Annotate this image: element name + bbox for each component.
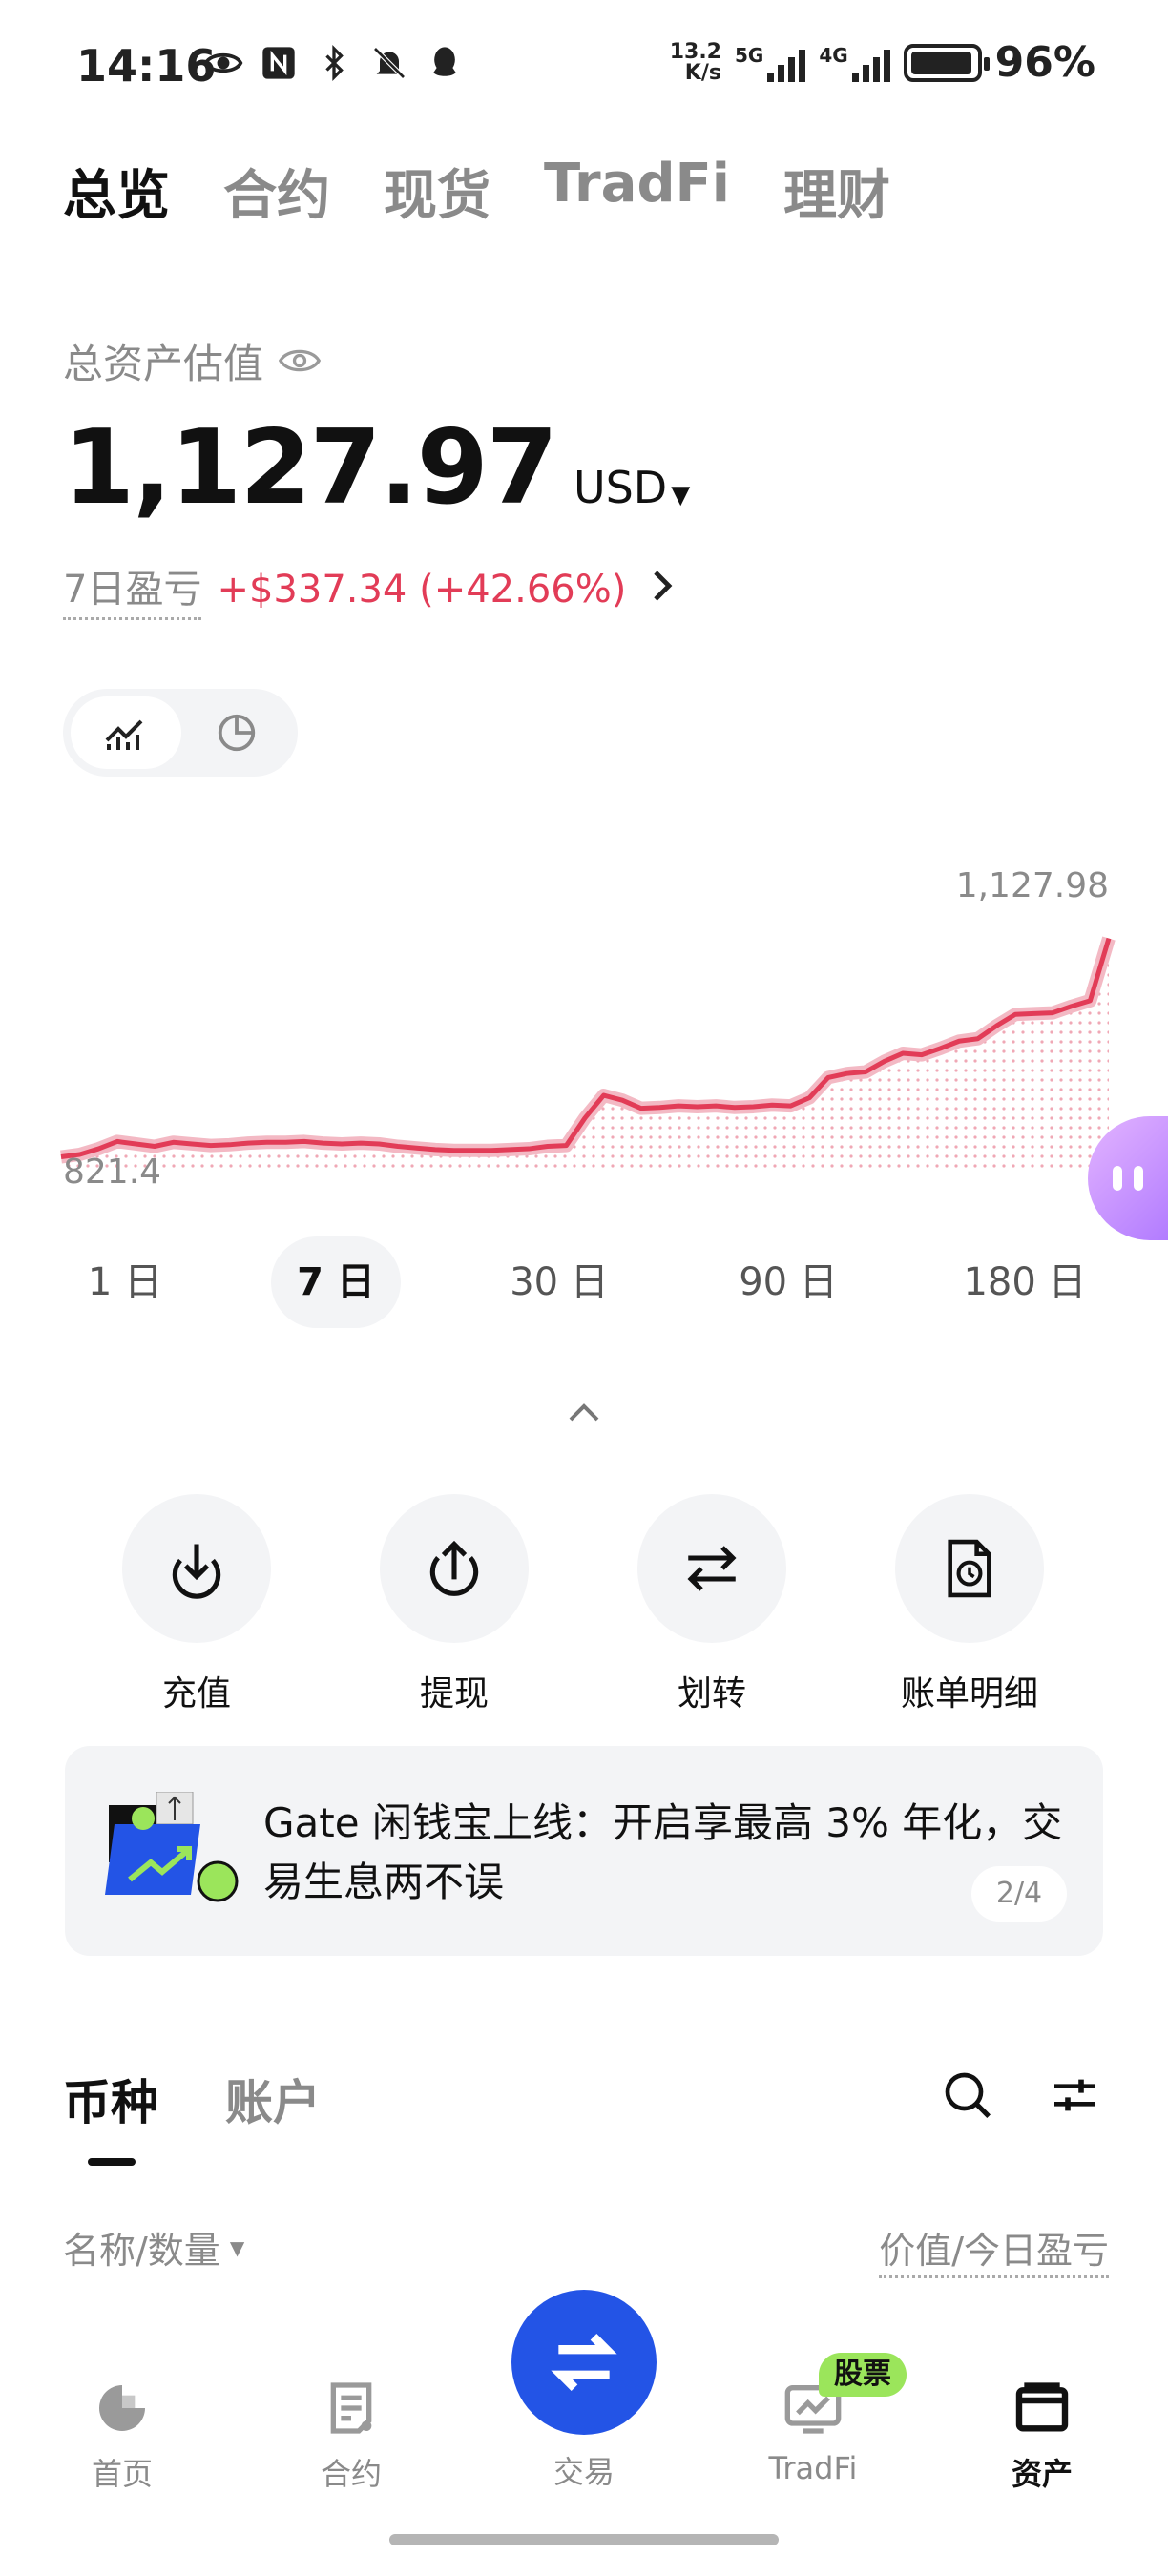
tab-coins[interactable]: 币种 <box>63 2065 158 2133</box>
range-7d[interactable]: 7 日 <box>271 1236 401 1328</box>
chevron-right-icon <box>651 566 676 613</box>
top-tabs: 总览 合约 现货 TradFi 理财 <box>63 153 890 230</box>
net-speed: 13.2 K/s <box>669 39 721 85</box>
savings-illustration-icon <box>101 1791 242 1906</box>
status-bar: 14:16 13.2 K/s 5G 4G 96% <box>0 0 1168 134</box>
signal-5g-icon: 5G <box>735 44 806 82</box>
deposit-button[interactable]: 充值 <box>82 1494 311 1715</box>
tab-accounts[interactable]: 账户 <box>225 2065 321 2133</box>
asset-line-chart <box>60 936 1116 1174</box>
nav-assets[interactable]: 资产 <box>947 2378 1137 2494</box>
pie-chart-toggle[interactable] <box>181 696 292 769</box>
bubble-eye-right <box>1134 1166 1143 1191</box>
bill-details-button[interactable]: 账单明细 <box>855 1494 1084 1715</box>
line-chart-icon <box>105 719 143 750</box>
tab-tradfi[interactable]: TradFi <box>544 153 730 230</box>
withdraw-button[interactable]: 提现 <box>340 1494 569 1715</box>
filter-sliders-icon[interactable] <box>1048 2068 1101 2126</box>
total-asset-label: 总资产估值 <box>63 332 322 390</box>
deposit-icon <box>122 1494 271 1643</box>
range-1d[interactable]: 1 日 <box>63 1236 187 1328</box>
chart-type-toggle <box>63 689 298 777</box>
home-indicator <box>389 2534 779 2545</box>
asset-amount: 1,127.97 <box>63 408 558 528</box>
qq-icon <box>424 42 466 84</box>
asset-list-tabs: 币种 账户 <box>63 2065 321 2133</box>
home-logo-icon <box>99 2385 145 2431</box>
line-chart-toggle[interactable] <box>71 696 181 769</box>
transfer-icon <box>637 1494 786 1643</box>
nav-home[interactable]: 首页 <box>27 2378 218 2494</box>
list-tools <box>941 2068 1101 2126</box>
range-90d[interactable]: 90 日 <box>712 1236 865 1328</box>
range-30d[interactable]: 30 日 <box>483 1236 636 1328</box>
nav-futures[interactable]: 合约 <box>256 2378 447 2494</box>
swap-arrows-icon <box>551 2334 617 2391</box>
caret-down-icon: ▼ <box>671 481 691 509</box>
active-tab-underline <box>88 2158 136 2166</box>
battery-icon <box>903 43 990 82</box>
value-pnl-header[interactable]: 价值/今日盈亏 <box>879 2221 1109 2278</box>
trade-button[interactable] <box>511 2290 657 2435</box>
quick-actions: 充值 提现 划转 账单明细 <box>0 1494 1168 1714</box>
signal-4g-icon: 4G <box>819 44 890 82</box>
sort-by-name[interactable]: 名称/数量 ▼ <box>63 2221 244 2274</box>
chevron-up-icon[interactable] <box>565 1395 603 1433</box>
withdraw-icon <box>380 1494 529 1643</box>
banner-text: Gate 闲钱宝上线：开启享最高 3% 年化，交易生息两不误 <box>263 1799 1063 1905</box>
bottom-nav: 首页 合约 交易 TradFi 股票 资产 <box>0 2290 1168 2576</box>
search-icon[interactable] <box>941 2068 994 2126</box>
eye-icon <box>202 42 244 84</box>
range-tabs: 1 日 7 日 30 日 90 日 180 日 <box>63 1236 1105 1328</box>
bluetooth-icon <box>313 42 355 84</box>
bubble-eye-left <box>1113 1166 1122 1191</box>
range-180d[interactable]: 180 日 <box>939 1236 1111 1328</box>
chart-min-label: 821.4 <box>63 1153 162 1192</box>
pnl-value: +$337.34 (+42.66%) <box>217 567 627 612</box>
chart-area-fill <box>61 938 1109 1174</box>
eye-toggle-icon[interactable] <box>278 338 322 384</box>
wallet-icon <box>1015 2382 1069 2432</box>
mute-bell-icon <box>368 42 410 84</box>
promo-banner[interactable]: Gate 闲钱宝上线：开启享最高 3% 年化，交易生息两不误 2/4 <box>65 1746 1103 1956</box>
currency-selector[interactable]: USD ▼ <box>574 462 690 513</box>
status-time: 14:16 <box>76 40 217 92</box>
nfc-icon <box>258 42 300 84</box>
tab-futures[interactable]: 合约 <box>223 153 330 230</box>
total-asset-value: 1,127.97 USD ▼ <box>63 408 690 528</box>
pnl-label: 7日盈亏 <box>63 558 202 620</box>
status-left-icons <box>202 42 466 84</box>
tab-finance[interactable]: 理财 <box>783 153 890 230</box>
stock-badge: 股票 <box>819 2353 907 2397</box>
tab-spot[interactable]: 现货 <box>384 153 490 230</box>
status-right: 13.2 K/s 5G 4G 96% <box>670 38 1095 87</box>
caret-down-icon: ▼ <box>229 2235 245 2259</box>
pie-chart-icon <box>218 714 256 752</box>
transfer-button[interactable]: 划转 <box>597 1494 826 1715</box>
trade-label: 交易 <box>553 2454 615 2490</box>
battery-percent: 96% <box>994 38 1095 87</box>
tab-overview[interactable]: 总览 <box>63 153 170 230</box>
futures-icon <box>330 2382 372 2434</box>
banner-page-indicator: 2/4 <box>971 1866 1067 1922</box>
pnl-row[interactable]: 7日盈亏 +$337.34 (+42.66%) <box>63 558 676 620</box>
bill-icon <box>895 1494 1044 1643</box>
